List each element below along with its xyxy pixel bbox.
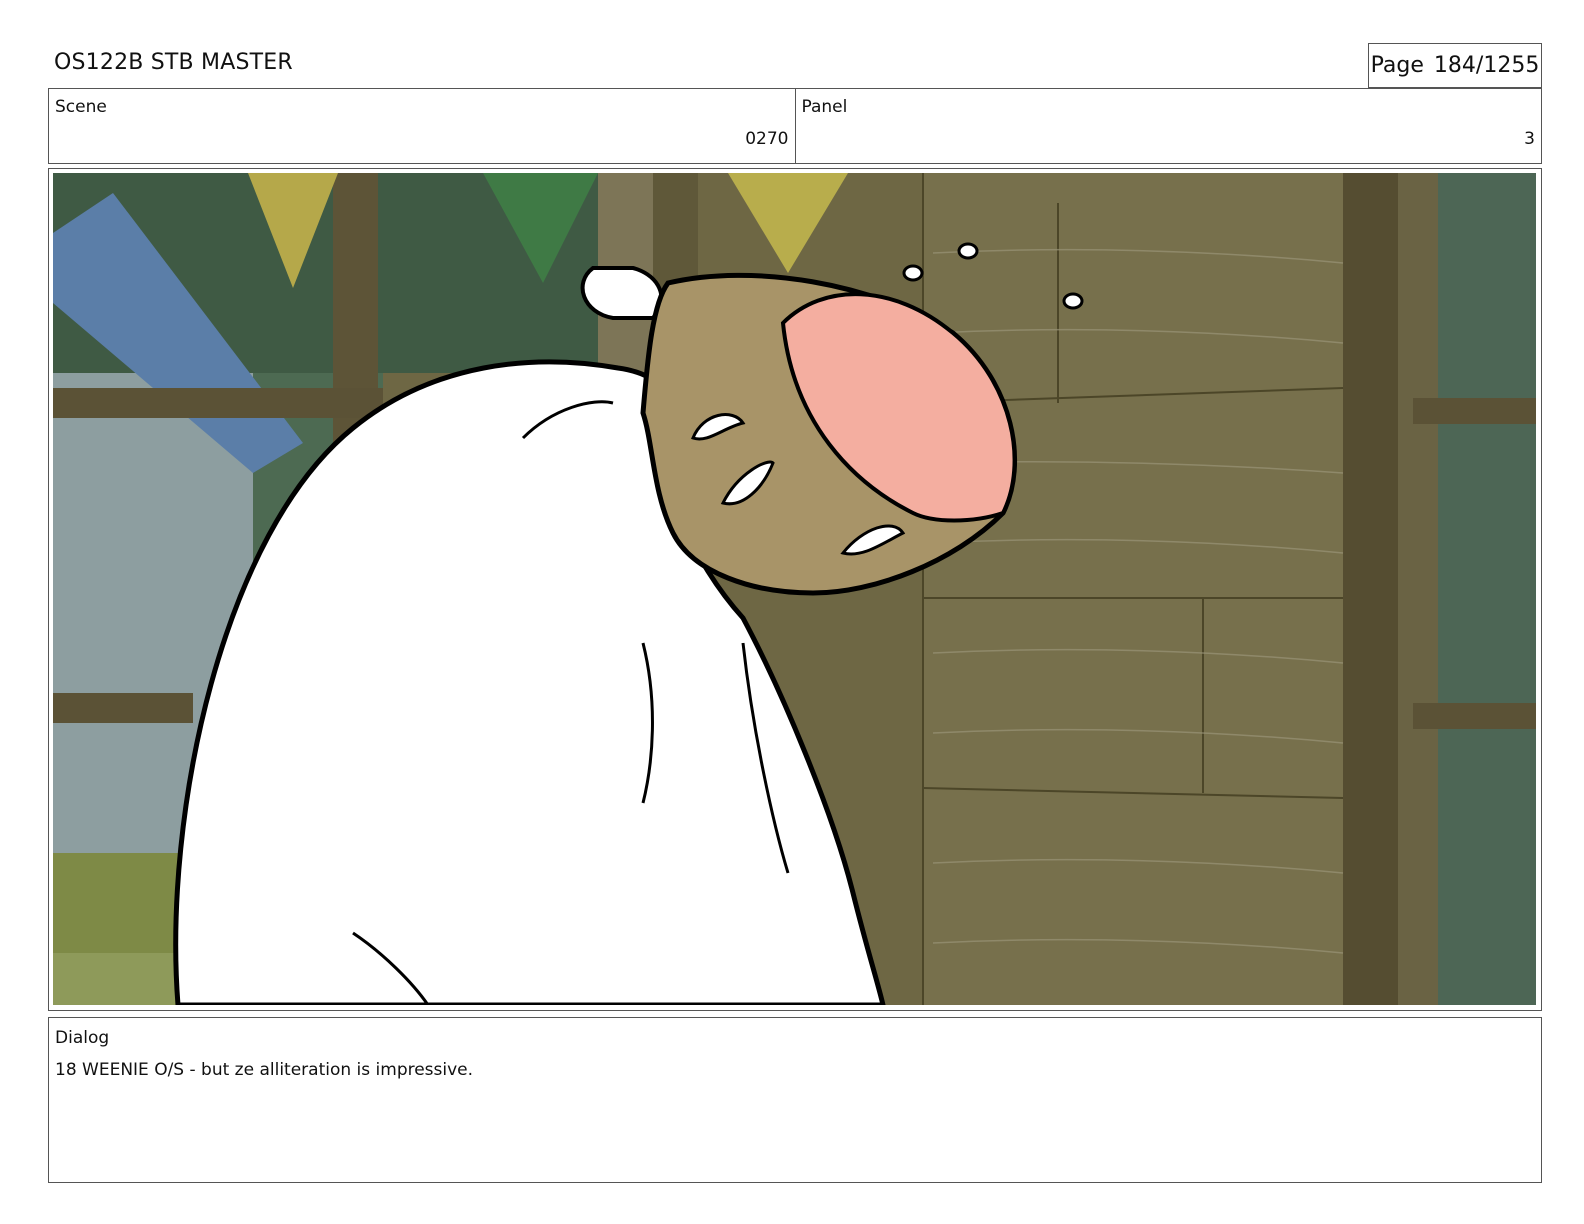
page-label: Page [1370, 53, 1424, 78]
scene-cell: Scene 0270 [49, 89, 795, 163]
panel-cell: Panel 3 [794, 89, 1542, 163]
doc-title: OS122B STB MASTER [54, 50, 293, 75]
panel-label: Panel [801, 97, 848, 117]
scene-value: 0270 [745, 129, 789, 149]
storyboard-frame [48, 168, 1542, 1011]
info-row: Scene 0270 Panel 3 [48, 88, 1542, 164]
dialog-text: 18 WEENIE O/S - but ze alliteration is i… [55, 1060, 474, 1080]
storyboard-illustration [53, 173, 1536, 1005]
panel-value: 3 [1524, 129, 1535, 149]
page-number: 184/1255 [1433, 53, 1540, 78]
dialog-label: Dialog [55, 1028, 110, 1048]
scene-label: Scene [55, 97, 107, 117]
dialog-box: Dialog 18 WEENIE O/S - but ze alliterati… [48, 1017, 1542, 1183]
page-indicator: Page 184/1255 [1368, 43, 1542, 88]
